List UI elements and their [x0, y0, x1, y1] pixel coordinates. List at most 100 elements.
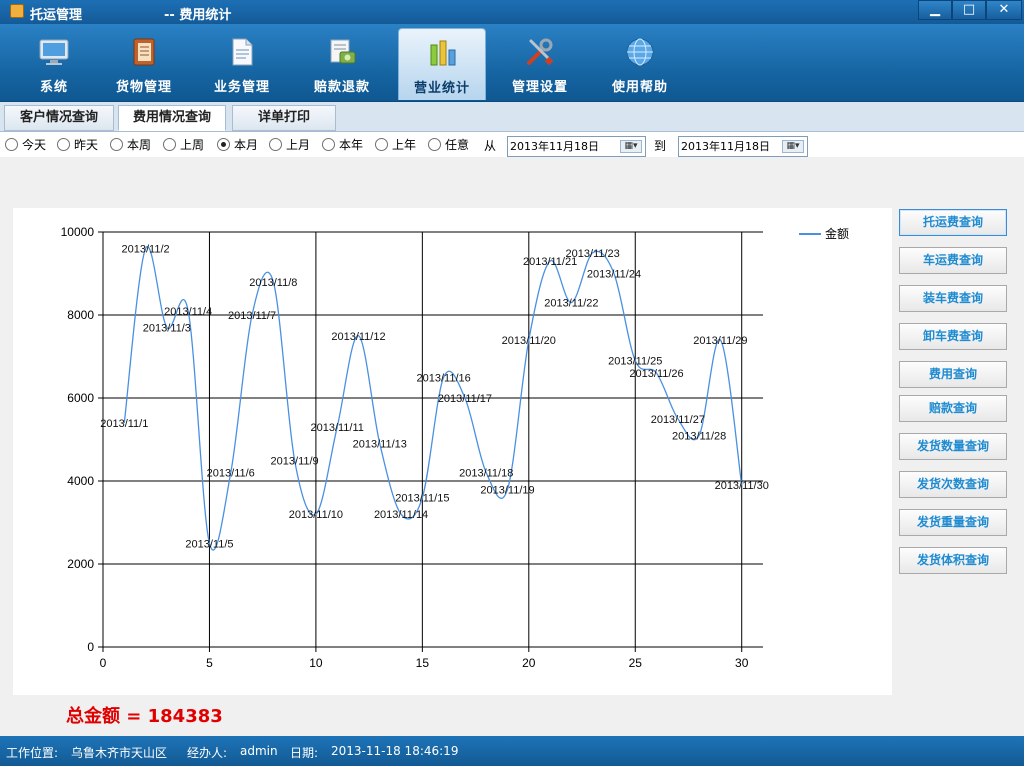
radio-label: 本月 [234, 138, 259, 152]
tab-customer-query[interactable]: 客户情况查询 [4, 105, 114, 131]
data-label: 2013/11/10 [289, 509, 343, 521]
compensation-query-button[interactable]: 赔款查询 [899, 395, 1007, 422]
data-label: 2013/11/11 [310, 422, 363, 434]
window-subtitle: -- 费用统计 [164, 8, 232, 23]
date-filter-row: 今天 昨天 本周 上周 本月 上月 本年 上年 任意 从 2013年11月18日… [0, 133, 1024, 157]
tab-expense-query[interactable]: 费用情况查询 [118, 105, 226, 131]
y-tick-label: 0 [87, 640, 94, 654]
data-label: 2013/11/12 [331, 331, 385, 343]
data-label: 2013/11/20 [502, 335, 556, 347]
globe-icon [626, 38, 654, 66]
y-tick-label: 2000 [67, 557, 94, 571]
data-label: 2013/11/22 [544, 298, 598, 310]
bar-chart-icon [430, 40, 456, 66]
nav-label: 货物管理 [115, 80, 172, 95]
x-tick-label: 0 [100, 656, 107, 670]
tab-detail-print[interactable]: 详单打印 [232, 105, 336, 131]
nav-item-settings[interactable]: 管理设置 [496, 28, 584, 100]
operator-label: 经办人: [187, 746, 228, 760]
radio-label: 昨天 [74, 138, 99, 152]
nav-item-business[interactable]: 业务管理 [198, 28, 286, 100]
nav-label: 营业统计 [413, 81, 470, 96]
legend-label: 金额 [825, 226, 849, 241]
nav-label: 业务管理 [213, 80, 270, 95]
nav-label: 使用帮助 [611, 80, 668, 95]
x-tick-label: 20 [522, 656, 536, 670]
data-label: 2013/11/6 [207, 468, 255, 480]
from-date-picker[interactable]: 2013年11月18日 ▦▾ [507, 136, 646, 157]
data-label: 2013/11/14 [374, 509, 428, 521]
shipment-quantity-query-button[interactable]: 发货数量查询 [899, 433, 1007, 460]
radio-dot [110, 138, 123, 151]
operator-value: admin [240, 744, 278, 758]
radio-label: 上年 [392, 138, 417, 152]
minimize-button[interactable]: ▁ [918, 0, 952, 20]
freight-fee-query-button[interactable]: 托运费查询 [899, 209, 1007, 236]
shipment-volume-query-button[interactable]: 发货体积查询 [899, 547, 1007, 574]
nav-item-goods[interactable]: 货物管理 [100, 28, 188, 100]
radio-dot [163, 138, 176, 151]
to-label: 到 [654, 139, 667, 153]
data-label: 2013/11/9 [271, 455, 319, 467]
loading-fee-query-button[interactable]: 装车费查询 [899, 285, 1007, 312]
from-label: 从 [484, 139, 497, 153]
nav-item-system[interactable]: 系统 [10, 28, 98, 100]
shipment-weight-query-button[interactable]: 发货重量查询 [899, 509, 1007, 536]
data-label: 2013/11/8 [249, 277, 297, 289]
total-amount: 总金额 = 184383 [66, 706, 223, 727]
status-bar: 工作位置: 乌鲁木齐市天山区 经办人: admin 日期: 2013-11-18… [0, 736, 1024, 766]
app-box-icon [10, 4, 24, 18]
nav-label: 系统 [39, 80, 68, 95]
data-label: 2013/11/27 [651, 414, 705, 426]
radio-dot [269, 138, 282, 151]
data-label: 2013/11/2 [122, 244, 170, 256]
unloading-fee-query-button[interactable]: 卸车费查询 [899, 323, 1007, 350]
title-bar: 托运管理 -- 费用统计 ▁ □ ✕ [0, 0, 1024, 24]
nav-item-refund[interactable]: 赔款退款 [298, 28, 386, 100]
monitor-icon [39, 39, 69, 65]
date-value: 2013-11-18 18:46:19 [331, 744, 459, 758]
tools-icon [527, 38, 554, 66]
nav-item-help[interactable]: 使用帮助 [596, 28, 684, 100]
data-label: 2013/11/13 [353, 439, 407, 451]
nav-item-statistics[interactable]: 营业统计 [398, 28, 486, 100]
radio-dot [428, 138, 441, 151]
book-icon [133, 38, 155, 66]
money-icon [330, 39, 356, 64]
shipment-count-query-button[interactable]: 发货次数查询 [899, 471, 1007, 498]
data-label: 2013/11/19 [480, 484, 534, 496]
data-label: 2013/11/4 [164, 306, 212, 318]
from-date-value: 2013年11月18日 [510, 140, 599, 153]
y-tick-label: 6000 [67, 391, 94, 405]
y-tick-label: 10000 [61, 225, 95, 239]
radio-label: 任意 [445, 138, 470, 152]
date-label: 日期: [290, 746, 319, 760]
document-icon [232, 38, 253, 66]
maximize-button[interactable]: □ [952, 0, 986, 20]
data-label: 2013/11/7 [228, 310, 276, 322]
x-tick-label: 10 [309, 656, 323, 670]
data-label: 2013/11/1 [100, 418, 148, 430]
main-nav: 系统 货物管理 业务管理 赔款退款 营业统计 管理设置 使用帮助 [0, 24, 1024, 102]
data-label: 2013/11/29 [693, 335, 747, 347]
radio-label: 上月 [286, 138, 311, 152]
calendar-dropdown-icon[interactable]: ▦▾ [782, 140, 804, 153]
app-title: 托运管理 [30, 8, 83, 23]
data-label: 2013/11/24 [587, 269, 641, 281]
to-date-picker[interactable]: 2013年11月18日 ▦▾ [678, 136, 808, 157]
expense-chart-panel: 0 2000 4000 6000 8000 10000 0 5 10 15 20 25 30 2013/… [13, 208, 892, 695]
radio-dot [5, 138, 18, 151]
close-button[interactable]: ✕ [986, 0, 1022, 20]
sub-tab-bar: 客户情况查询 费用情况查询 详单打印 [0, 102, 1024, 132]
radio-label: 本年 [339, 138, 364, 152]
data-label: 2013/11/5 [185, 538, 233, 550]
data-label: 2013/11/18 [459, 468, 513, 480]
radio-dot [375, 138, 388, 151]
y-tick-label: 4000 [67, 474, 94, 488]
vehicle-fee-query-button[interactable]: 车运费查询 [899, 247, 1007, 274]
radio-label: 本周 [127, 138, 152, 152]
radio-label: 上周 [180, 138, 205, 152]
calendar-dropdown-icon[interactable]: ▦▾ [620, 140, 642, 153]
expense-query-button[interactable]: 费用查询 [899, 361, 1007, 388]
data-label: 2013/11/30 [715, 480, 769, 492]
